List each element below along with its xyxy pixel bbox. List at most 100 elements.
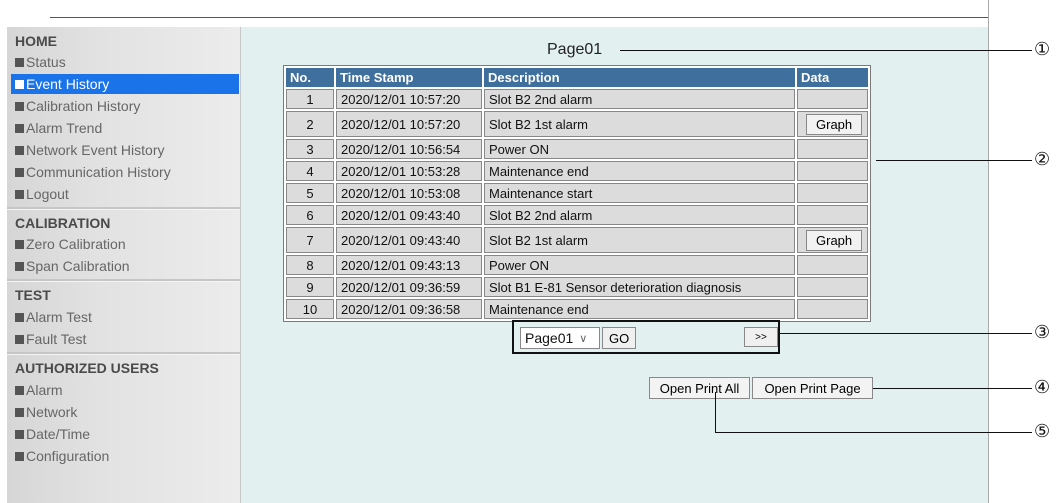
square-bullet-icon	[15, 334, 24, 344]
go-button[interactable]: GO	[602, 327, 636, 349]
sidebar-divider	[7, 207, 240, 210]
sidebar-item-label: Network Event History	[26, 142, 165, 158]
callout-line-2	[876, 160, 1032, 161]
sidebar-item-label: Logout	[26, 186, 69, 202]
square-bullet-icon	[15, 261, 24, 271]
cell-timestamp: 2020/12/01 09:36:59	[336, 277, 482, 297]
sidebar-item-fault-test[interactable]: Fault Test	[11, 329, 239, 349]
callout-number-2: ②	[1034, 149, 1051, 170]
cell-no: 3	[286, 139, 334, 159]
cell-timestamp: 2020/12/01 09:43:40	[336, 205, 482, 225]
sidebar-item-span-calibration[interactable]: Span Calibration	[11, 256, 239, 276]
cell-no: 1	[286, 89, 334, 109]
sidebar-item-label: Date/Time	[26, 426, 91, 442]
sidebar-item-label: Alarm	[26, 382, 63, 398]
sidebar-section-home: HOME	[15, 33, 57, 49]
open-print-page-button[interactable]: Open Print Page	[752, 377, 873, 399]
sidebar-item-configuration[interactable]: Configuration	[11, 446, 239, 466]
callout-number-5: ⑤	[1034, 421, 1051, 442]
cell-no: 2	[286, 111, 334, 137]
sidebar-item-calibration-history[interactable]: Calibration History	[11, 96, 239, 116]
cell-data	[797, 89, 868, 109]
graph-button[interactable]: Graph	[806, 113, 863, 135]
cell-no: 4	[286, 161, 334, 181]
window: HOME Status Event History Calibration Histo…	[0, 0, 1060, 503]
square-bullet-icon	[15, 312, 24, 322]
callout-line-4	[873, 388, 1032, 389]
sidebar-item-zero-calibration[interactable]: Zero Calibration	[11, 234, 239, 254]
cell-no: 6	[286, 205, 334, 225]
open-print-all-button[interactable]: Open Print All	[649, 377, 750, 399]
sidebar-item-label: Status	[26, 54, 66, 70]
square-bullet-icon	[15, 57, 24, 67]
sidebar-item-communication-history[interactable]: Communication History	[11, 162, 239, 182]
sidebar-divider	[7, 279, 240, 282]
page-select[interactable]: Page01 ∨	[520, 327, 600, 349]
sidebar: HOME Status Event History Calibration Histo…	[7, 27, 241, 503]
sidebar-item-date-time[interactable]: Date/Time	[11, 424, 239, 444]
sidebar-section-calibration: CALIBRATION	[15, 215, 111, 231]
cell-timestamp: 2020/12/01 10:53:08	[336, 183, 482, 203]
table-row: 6 2020/12/01 09:43:40 Slot B2 2nd alarm	[286, 205, 868, 225]
square-bullet-icon	[15, 239, 24, 249]
sidebar-item-alarm-test[interactable]: Alarm Test	[11, 307, 239, 327]
cell-timestamp: 2020/12/01 09:43:13	[336, 255, 482, 275]
cell-data	[797, 277, 868, 297]
callout-line-5-vertical	[715, 392, 716, 433]
sidebar-item-alarm-trend[interactable]: Alarm Trend	[11, 118, 239, 138]
table-row: 3 2020/12/01 10:56:54 Power ON	[286, 139, 868, 159]
cell-data	[797, 161, 868, 181]
col-no-header: No.	[286, 68, 334, 87]
sidebar-item-label: Span Calibration	[26, 258, 130, 274]
square-bullet-icon	[15, 407, 24, 417]
callout-line-1	[620, 50, 1032, 51]
square-bullet-icon	[15, 451, 24, 461]
cell-data: Graph	[797, 111, 868, 137]
cell-description: Power ON	[484, 139, 795, 159]
next-page-button[interactable]: >>	[744, 327, 778, 347]
cell-data	[797, 299, 868, 319]
sidebar-divider	[7, 352, 240, 355]
cell-description: Maintenance start	[484, 183, 795, 203]
cell-timestamp: 2020/12/01 10:53:28	[336, 161, 482, 181]
cell-description: Maintenance end	[484, 161, 795, 181]
chevron-down-icon: ∨	[579, 332, 588, 345]
cell-timestamp: 2020/12/01 09:43:40	[336, 227, 482, 253]
cell-data	[797, 255, 868, 275]
graph-button[interactable]: Graph	[806, 229, 863, 251]
callout-number-1: ①	[1034, 39, 1051, 60]
square-bullet-icon	[15, 167, 24, 177]
right-border	[988, 0, 989, 503]
cell-data	[797, 183, 868, 203]
cell-timestamp: 2020/12/01 10:56:54	[336, 139, 482, 159]
table-row: 8 2020/12/01 09:43:13 Power ON	[286, 255, 868, 275]
sidebar-item-label: Configuration	[26, 448, 110, 464]
square-bullet-icon	[15, 385, 24, 395]
page-title: Page01	[547, 41, 603, 58]
cell-description: Slot B2 1st alarm	[484, 111, 795, 137]
cell-description: Power ON	[484, 255, 795, 275]
col-data-header: Data	[797, 68, 868, 87]
sidebar-item-label: Event History	[26, 76, 110, 92]
table-header-row: No. Time Stamp Description Data	[286, 68, 868, 87]
sidebar-item-network-event-history[interactable]: Network Event History	[11, 140, 239, 160]
cell-data	[797, 139, 868, 159]
sidebar-item-logout[interactable]: Logout	[11, 184, 239, 204]
sidebar-item-status[interactable]: Status	[11, 52, 239, 72]
cell-description: Slot B2 2nd alarm	[484, 205, 795, 225]
sidebar-item-alarm[interactable]: Alarm	[11, 380, 239, 400]
square-bullet-icon	[15, 123, 24, 133]
sidebar-item-label: Fault Test	[26, 331, 87, 347]
sidebar-item-label: Alarm Trend	[26, 120, 103, 136]
sidebar-item-label: Calibration History	[26, 98, 141, 114]
cell-data	[797, 205, 868, 225]
callout-line-5	[715, 432, 1032, 433]
sidebar-item-label: Communication History	[26, 164, 171, 180]
sidebar-section-test: TEST	[15, 287, 51, 303]
square-bullet-icon	[15, 429, 24, 439]
square-bullet-icon	[15, 101, 24, 111]
sidebar-item-network[interactable]: Network	[11, 402, 239, 422]
sidebar-item-label: Zero Calibration	[26, 236, 126, 252]
sidebar-item-event-history[interactable]: Event History	[11, 74, 239, 94]
col-timestamp-header: Time Stamp	[336, 68, 482, 87]
